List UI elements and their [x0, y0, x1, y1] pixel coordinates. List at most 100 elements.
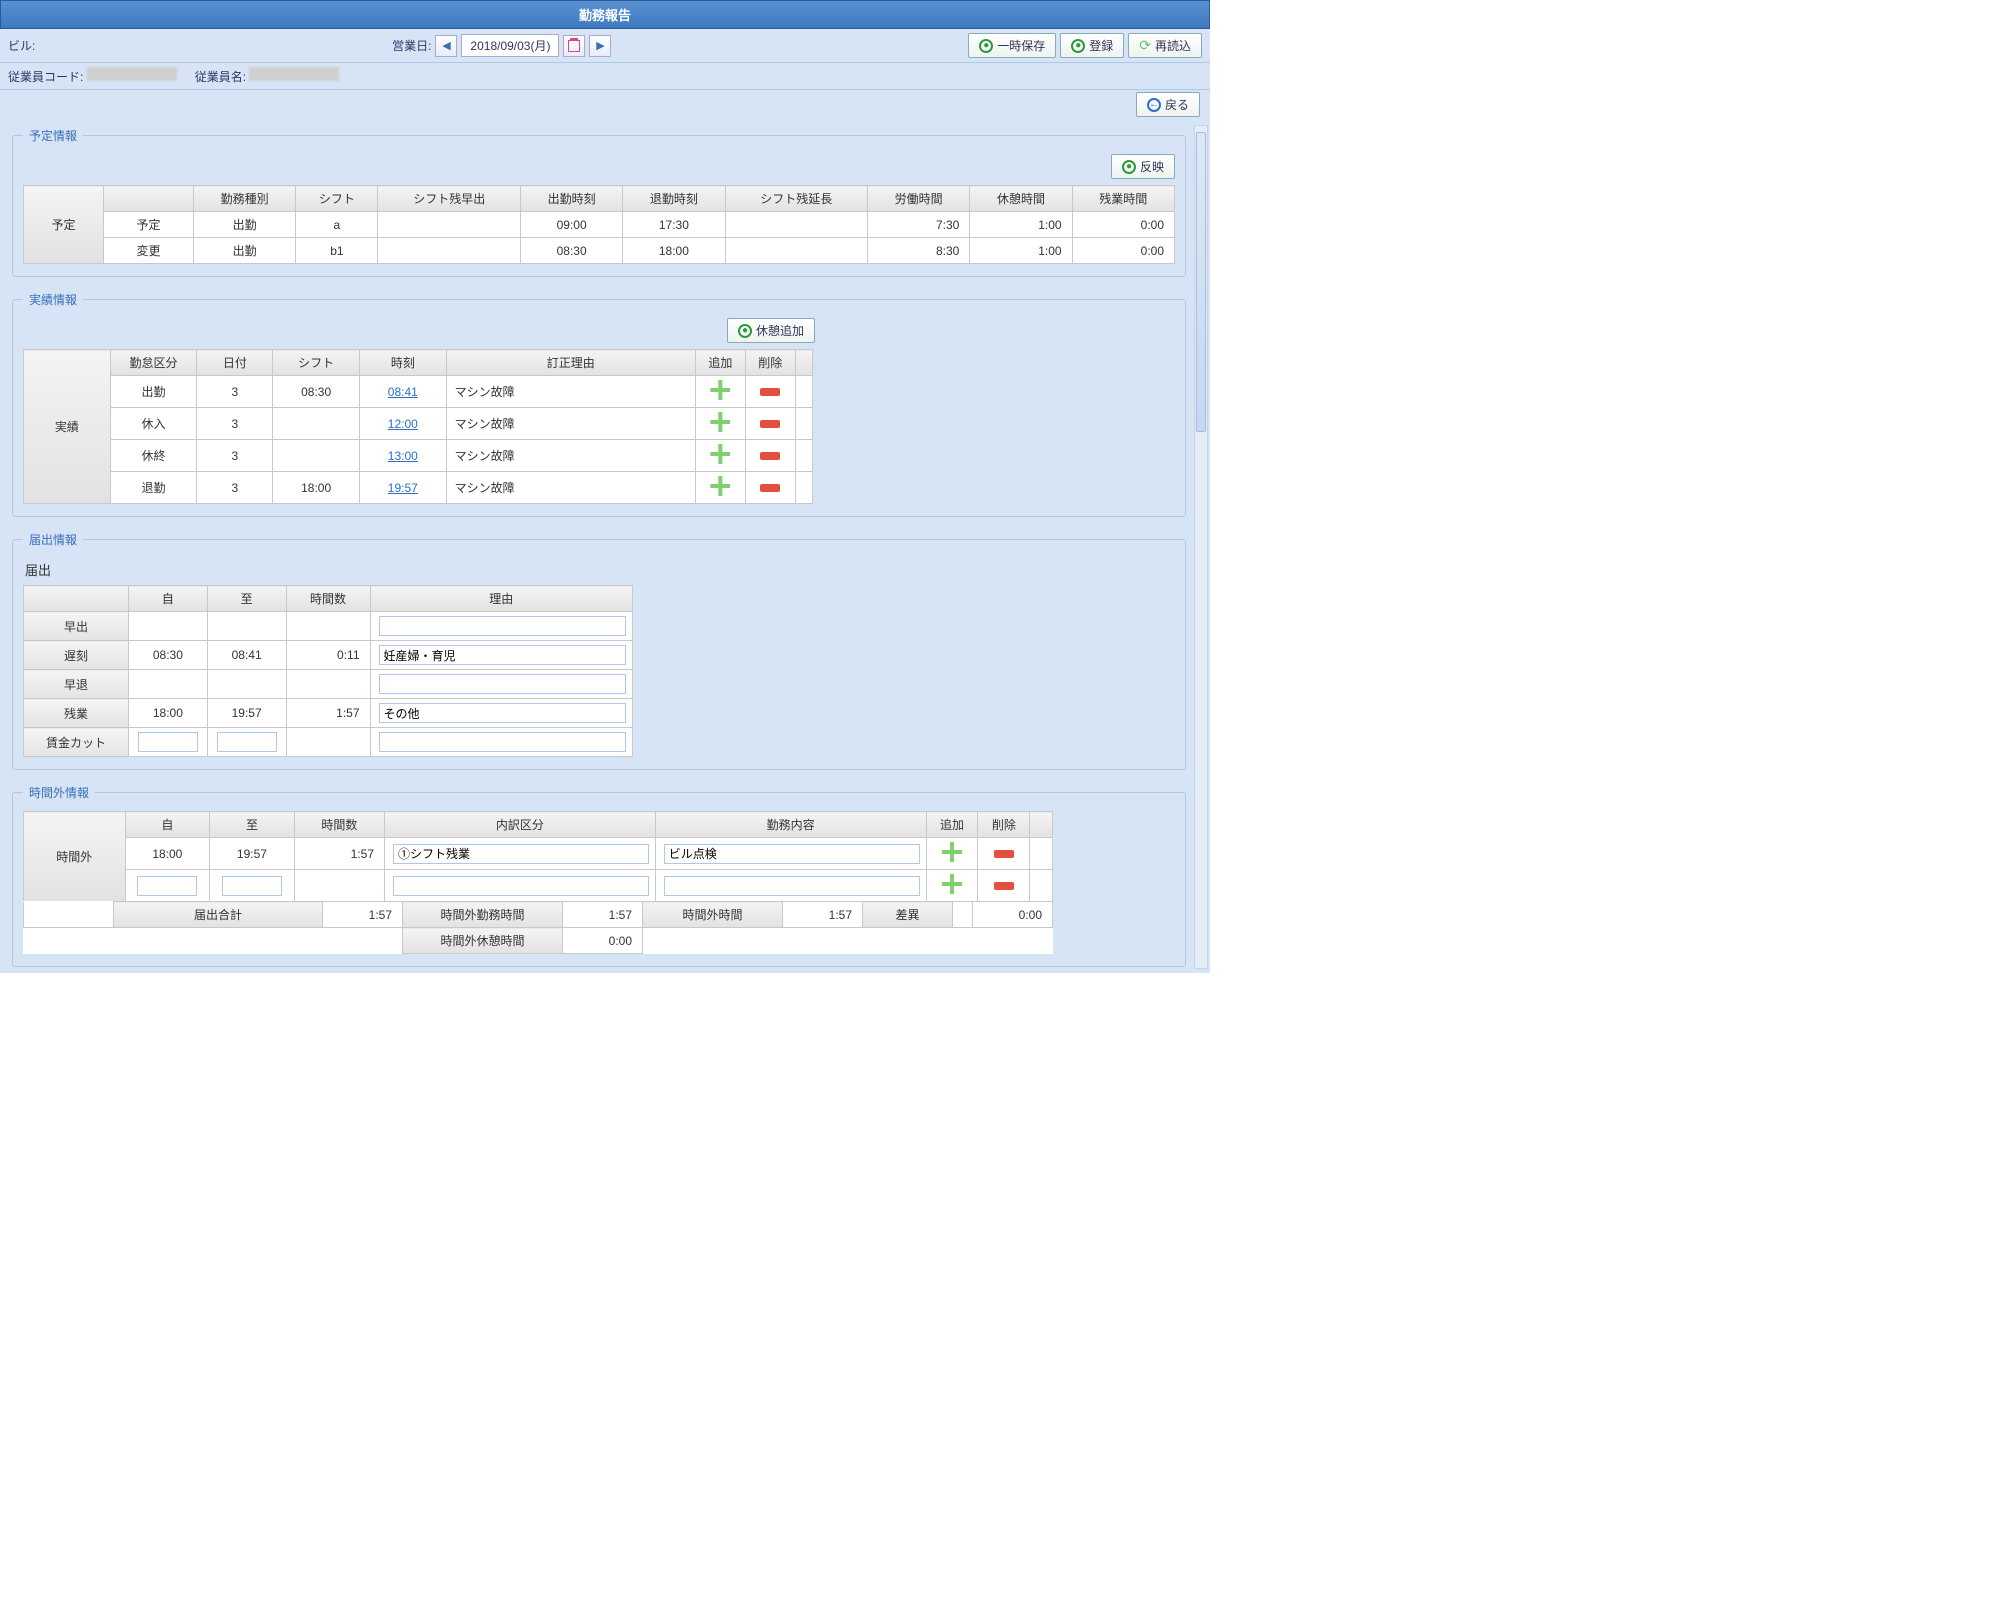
th: 残業時間 — [1072, 186, 1174, 212]
add-icon[interactable] — [942, 874, 962, 894]
th: シフト — [296, 186, 378, 212]
actual-legend: 実績情報 — [23, 291, 83, 308]
overtime-summary-table: 届出合計 1:57 時間外勤務時間 1:57 時間外時間 1:57 差異 0:0… — [23, 901, 1053, 954]
date-display[interactable]: 2018/09/03(月) — [461, 34, 559, 57]
notice-table: 自 至 時間数 理由 早出 遅刻 08:30 — [23, 585, 633, 757]
notice-legend: 届出情報 — [23, 531, 83, 548]
schedule-legend: 予定情報 — [23, 127, 83, 144]
reason-input[interactable] — [379, 616, 627, 636]
scrollbar-thumb[interactable] — [1196, 132, 1206, 432]
calendar-icon — [568, 40, 580, 52]
add-icon[interactable] — [710, 444, 730, 464]
actual-table: 実績 勤怠区分 日付 シフト 時刻 訂正理由 追加 削除 出勤 3 08:30 — [23, 349, 813, 504]
table-row: 残業 18:00 19:57 1:57 — [24, 699, 633, 728]
th: 労働時間 — [868, 186, 970, 212]
reason-input[interactable] — [379, 674, 627, 694]
time-link[interactable]: 13:00 — [388, 449, 418, 463]
notice-section: 届出情報 届出 自 至 時間数 理由 早出 — [12, 531, 1186, 770]
employee-row: 従業員コード: 従業員名: — [0, 63, 1210, 90]
break-add-label: 休憩追加 — [756, 322, 804, 339]
table-row: 早退 — [24, 670, 633, 699]
delete-icon[interactable] — [760, 420, 780, 428]
save-temp-button[interactable]: ● 一時保存 — [968, 33, 1056, 58]
overtime-section: 時間外情報 時間外 自 至 時間数 内訳区分 勤務内容 追加 削除 18: — [12, 784, 1186, 967]
calendar-button[interactable] — [563, 35, 585, 57]
scrollbar[interactable] — [1194, 125, 1208, 969]
save-temp-label: 一時保存 — [997, 37, 1045, 54]
eigyobi-label: 営業日: — [392, 37, 431, 54]
emp-code-value — [87, 67, 177, 81]
naiyou-input[interactable] — [664, 876, 920, 896]
reason-input[interactable] — [379, 703, 627, 723]
back-label: 戻る — [1165, 96, 1189, 113]
reflect-icon: ● — [1122, 160, 1136, 174]
table-row: 出勤 3 08:30 08:41 マシン故障 — [24, 376, 813, 408]
reflect-button[interactable]: ● 反映 — [1111, 154, 1175, 179]
table-row: 休終 3 13:00 マシン故障 — [24, 440, 813, 472]
schedule-section: 予定情報 ● 反映 予定 勤務種別 シフト シフト残早出 出勤時刻 — [12, 127, 1186, 277]
schedule-rowhead: 予定 — [24, 186, 104, 264]
table-row: 退勤 3 18:00 19:57 マシン故障 — [24, 472, 813, 504]
toolbar: ビル: 営業日: ◀ 2018/09/03(月) ▶ ● 一時保存 ● 登録 ⟳… — [0, 29, 1210, 63]
th: 出勤時刻 — [520, 186, 622, 212]
save-icon: ● — [979, 39, 993, 53]
break-add-icon: ● — [738, 324, 752, 338]
register-button[interactable]: ● 登録 — [1060, 33, 1124, 58]
emp-name-label: 従業員名: — [195, 70, 246, 84]
table-row — [24, 870, 1053, 902]
time-link[interactable]: 19:57 — [388, 481, 418, 495]
add-icon[interactable] — [710, 476, 730, 496]
table-row: 賃金カット — [24, 728, 633, 757]
th: 休憩時間 — [970, 186, 1072, 212]
add-icon[interactable] — [710, 380, 730, 400]
th: シフト残早出 — [378, 186, 521, 212]
uchiwake-input[interactable] — [393, 844, 649, 864]
add-icon[interactable] — [710, 412, 730, 432]
emp-code-label: 従業員コード: — [8, 70, 83, 84]
page-title: 勤務報告 — [0, 0, 1210, 29]
back-icon: ← — [1147, 98, 1161, 112]
date-prev-button[interactable]: ◀ — [435, 35, 457, 57]
delete-icon[interactable] — [994, 882, 1014, 890]
time-link[interactable]: 12:00 — [388, 417, 418, 431]
break-add-button[interactable]: ● 休憩追加 — [727, 318, 815, 343]
register-label: 登録 — [1089, 37, 1113, 54]
to-input[interactable] — [217, 732, 277, 752]
from-input[interactable] — [137, 876, 197, 896]
delete-icon[interactable] — [760, 452, 780, 460]
delete-icon[interactable] — [994, 850, 1014, 858]
uchiwake-input[interactable] — [393, 876, 649, 896]
actual-section: 実績情報 ● 休憩追加 実績 勤怠区分 日付 シフト 時刻 訂正理由 — [12, 291, 1186, 517]
table-row: 遅刻 08:30 08:41 0:11 — [24, 641, 633, 670]
date-next-button[interactable]: ▶ — [589, 35, 611, 57]
reload-label: 再読込 — [1155, 37, 1191, 54]
th: シフト残延長 — [725, 186, 868, 212]
naiyou-input[interactable] — [664, 844, 920, 864]
table-row: 18:00 19:57 1:57 — [24, 838, 1053, 870]
reason-input[interactable] — [379, 645, 627, 665]
delete-icon[interactable] — [760, 484, 780, 492]
back-button[interactable]: ← 戻る — [1136, 92, 1200, 117]
time-link[interactable]: 08:41 — [388, 385, 418, 399]
th: 退勤時刻 — [623, 186, 725, 212]
add-icon[interactable] — [942, 842, 962, 862]
table-row: 休入 3 12:00 マシン故障 — [24, 408, 813, 440]
reason-input[interactable] — [379, 732, 627, 752]
table-row: 変更 出勤 b1 08:30 18:00 8:30 1:00 0:00 — [24, 238, 1175, 264]
table-row: 予定 出勤 a 09:00 17:30 7:30 1:00 0:00 — [24, 212, 1175, 238]
overtime-legend: 時間外情報 — [23, 784, 95, 801]
building-label: ビル: — [8, 37, 35, 54]
reflect-label: 反映 — [1140, 158, 1164, 175]
from-input[interactable] — [138, 732, 198, 752]
overtime-rowhead: 時間外 — [24, 812, 126, 902]
to-input[interactable] — [222, 876, 282, 896]
th: 勤務種別 — [194, 186, 296, 212]
overtime-table: 時間外 自 至 時間数 内訳区分 勤務内容 追加 削除 18:00 19:57 … — [23, 811, 1053, 902]
reload-icon: ⟳ — [1139, 37, 1151, 54]
reload-button[interactable]: ⟳ 再読込 — [1128, 33, 1202, 58]
delete-icon[interactable] — [760, 388, 780, 396]
notice-subhead: 届出 — [25, 560, 1175, 579]
table-row: 早出 — [24, 612, 633, 641]
actual-rowhead: 実績 — [24, 350, 111, 504]
schedule-table: 予定 勤務種別 シフト シフト残早出 出勤時刻 退勤時刻 シフト残延長 労働時間… — [23, 185, 1175, 264]
